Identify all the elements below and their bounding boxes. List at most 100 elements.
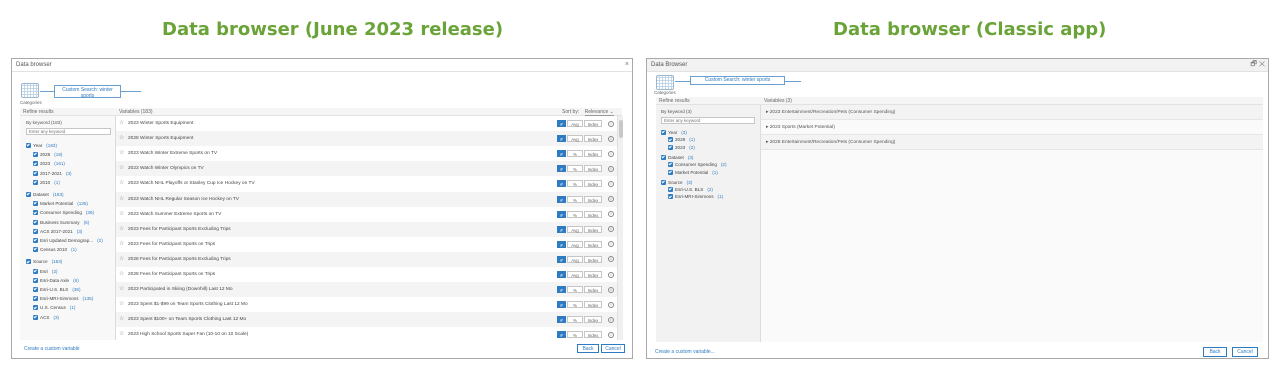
count-toggle[interactable]: # (557, 120, 566, 127)
info-icon[interactable]: i (608, 135, 614, 142)
count-toggle[interactable]: # (557, 210, 566, 218)
variable-row[interactable]: ☆ 2023 Spent $1-$99 on Team Sports Clothi… (116, 297, 619, 312)
favorite-star-icon[interactable]: ☆ (119, 330, 124, 337)
variable-category-row[interactable]: ▸ 2023 Entertainment/Recreation/Pets (Co… (761, 105, 1263, 120)
count-toggle[interactable]: # (557, 301, 566, 309)
variable-row[interactable]: ☆ 2023 Watch Winter Olympics on TV #% Index… (116, 161, 619, 177)
format-toggle[interactable]: #% Index (557, 165, 603, 173)
info-icon[interactable]: i (608, 256, 614, 263)
format-toggle[interactable]: #% Index (557, 331, 603, 339)
count-toggle[interactable]: # (557, 286, 566, 294)
checkbox-checked-icon[interactable] (668, 169, 673, 175)
favorite-star-icon[interactable]: ☆ (119, 225, 124, 232)
checkbox-checked-icon[interactable] (33, 268, 38, 274)
checkbox-checked-icon[interactable] (33, 305, 38, 311)
variable-row[interactable]: ☆ 2023 Spent $100+ on Team Sports Clothin… (116, 312, 619, 328)
checkbox-checked-icon[interactable] (33, 170, 38, 176)
count-toggle[interactable]: # (557, 255, 566, 263)
variables-scrollbar[interactable] (617, 116, 623, 340)
facet-option[interactable]: Market Potential (135) (33, 201, 88, 207)
facet-option[interactable]: Esri-MRI-Simmons (1) (668, 194, 723, 200)
custom-search-chip[interactable]: Custom Search: winter sports (690, 76, 785, 85)
secondary-toggle[interactable]: % (567, 180, 583, 188)
checkbox-checked-icon[interactable] (661, 179, 666, 185)
variable-name[interactable]: 2023 Watch NHL Regular Season Ice Hockey… (128, 197, 239, 202)
sort-select[interactable]: Relevance ⌄ (584, 109, 614, 116)
checkbox-checked-icon[interactable] (33, 228, 38, 234)
variable-row[interactable]: ☆ 2023 Watch Winter Extreme Sports on TV #… (116, 146, 619, 161)
secondary-toggle[interactable]: Avg (567, 271, 583, 278)
secondary-toggle[interactable]: Avg (567, 255, 583, 263)
checkbox-checked-icon[interactable] (26, 143, 31, 148)
facet-option[interactable]: Census 2010 (1) (33, 247, 77, 253)
variable-name[interactable]: 2023 Watch Winter Extreme Sports on TV (128, 151, 217, 156)
count-toggle[interactable]: # (557, 150, 566, 158)
favorite-star-icon[interactable]: ☆ (119, 149, 124, 156)
facet-option[interactable]: Esri-U.S. BLS (2) (668, 187, 713, 193)
count-toggle[interactable]: # (557, 165, 566, 173)
info-icon[interactable]: i (608, 286, 614, 293)
index-toggle[interactable]: Index (584, 120, 602, 127)
variable-name[interactable]: 2023 Watch Winter Olympics on TV (128, 166, 204, 171)
facet-option[interactable]: Esri Updated Demograp... (2) (33, 238, 103, 244)
back-button[interactable]: Back (577, 344, 599, 353)
index-toggle[interactable]: Index (584, 135, 602, 143)
cancel-button[interactable]: Cancel (601, 344, 625, 353)
checkbox-checked-icon[interactable] (661, 154, 666, 160)
categories-grid-icon[interactable] (656, 75, 674, 90)
variable-name[interactable]: 2028 Fees for Participant Sports Excludi… (128, 257, 231, 262)
facet-option[interactable]: 2028 (18) (33, 152, 62, 158)
checkbox-checked-icon[interactable] (33, 247, 38, 253)
keyword-search-input[interactable] (26, 128, 111, 135)
favorite-star-icon[interactable]: ☆ (119, 119, 124, 126)
secondary-toggle[interactable]: % (567, 301, 583, 309)
checkbox-checked-icon[interactable] (33, 314, 38, 320)
variable-row[interactable]: ☆ 2028 Fees for Participant Sports on Tri… (116, 267, 619, 282)
index-toggle[interactable]: Index (584, 316, 602, 324)
format-toggle[interactable]: #% Index (557, 286, 603, 294)
checkbox-checked-icon[interactable] (26, 259, 31, 265)
index-toggle[interactable]: Index (584, 255, 602, 263)
back-button[interactable]: Back (1203, 347, 1227, 357)
secondary-toggle[interactable]: % (567, 150, 583, 158)
index-toggle[interactable]: Index (584, 210, 602, 218)
variable-name[interactable]: 2023 Spent $1-$99 on Team Sports Clothin… (128, 302, 248, 307)
index-toggle[interactable]: Index (584, 271, 602, 278)
sort-control[interactable]: Sort by: Relevance ⌄ (562, 109, 614, 116)
info-icon[interactable]: i (608, 165, 614, 172)
format-toggle[interactable]: #% Index (557, 210, 603, 218)
count-toggle[interactable]: # (557, 331, 566, 339)
checkbox-checked-icon[interactable] (668, 194, 673, 200)
checkbox-checked-icon[interactable] (668, 144, 673, 150)
format-toggle[interactable]: # Avg Index (557, 225, 603, 233)
variable-row[interactable]: ☆ 2028 Winter Sports Equipment # Avg Index i (116, 131, 619, 147)
checkbox-checked-icon[interactable] (33, 161, 38, 167)
facet-option[interactable]: 2023 (161) (33, 161, 65, 167)
secondary-toggle[interactable]: Avg (567, 240, 583, 248)
secondary-toggle[interactable]: Avg (567, 225, 583, 233)
variable-name[interactable]: 2023 Watch Summer Extreme Sports on TV (128, 212, 221, 217)
info-icon[interactable]: i (608, 196, 614, 202)
facet-option[interactable]: Business Summary (6) (33, 219, 89, 226)
facet-option[interactable]: 2010 (1) (33, 179, 60, 186)
facet-group[interactable]: Source (183) (26, 259, 62, 265)
facet-option[interactable]: Esri-Data Axle (6) (33, 277, 79, 284)
count-toggle[interactable]: # (557, 316, 566, 324)
favorite-star-icon[interactable]: ☆ (119, 240, 124, 247)
facet-option[interactable]: 2017-2021 (3) (33, 170, 72, 177)
index-toggle[interactable]: Index (584, 331, 602, 339)
variable-name[interactable]: 2028 Fees for Participant Sports on Trip… (128, 272, 215, 277)
variable-row[interactable]: ☆ 2023 Fees for Participant Sports Exclud… (116, 221, 619, 237)
info-icon[interactable]: i (608, 331, 614, 338)
count-toggle[interactable]: # (557, 180, 566, 188)
format-toggle[interactable]: #% Index (557, 180, 603, 188)
cancel-button[interactable]: Cancel (1232, 347, 1258, 357)
format-toggle[interactable]: #% Index (557, 150, 603, 158)
format-toggle[interactable]: #% Index (557, 301, 603, 309)
index-toggle[interactable]: Index (584, 180, 602, 188)
count-toggle[interactable]: # (557, 225, 566, 233)
scrollbar-thumb[interactable] (619, 120, 623, 138)
variable-row[interactable]: ☆ 2023 Watch NHL Playoffs or Stanley Cup … (116, 176, 619, 191)
index-toggle[interactable]: Index (584, 286, 602, 294)
facet-option[interactable]: Esri (2) (33, 268, 58, 275)
